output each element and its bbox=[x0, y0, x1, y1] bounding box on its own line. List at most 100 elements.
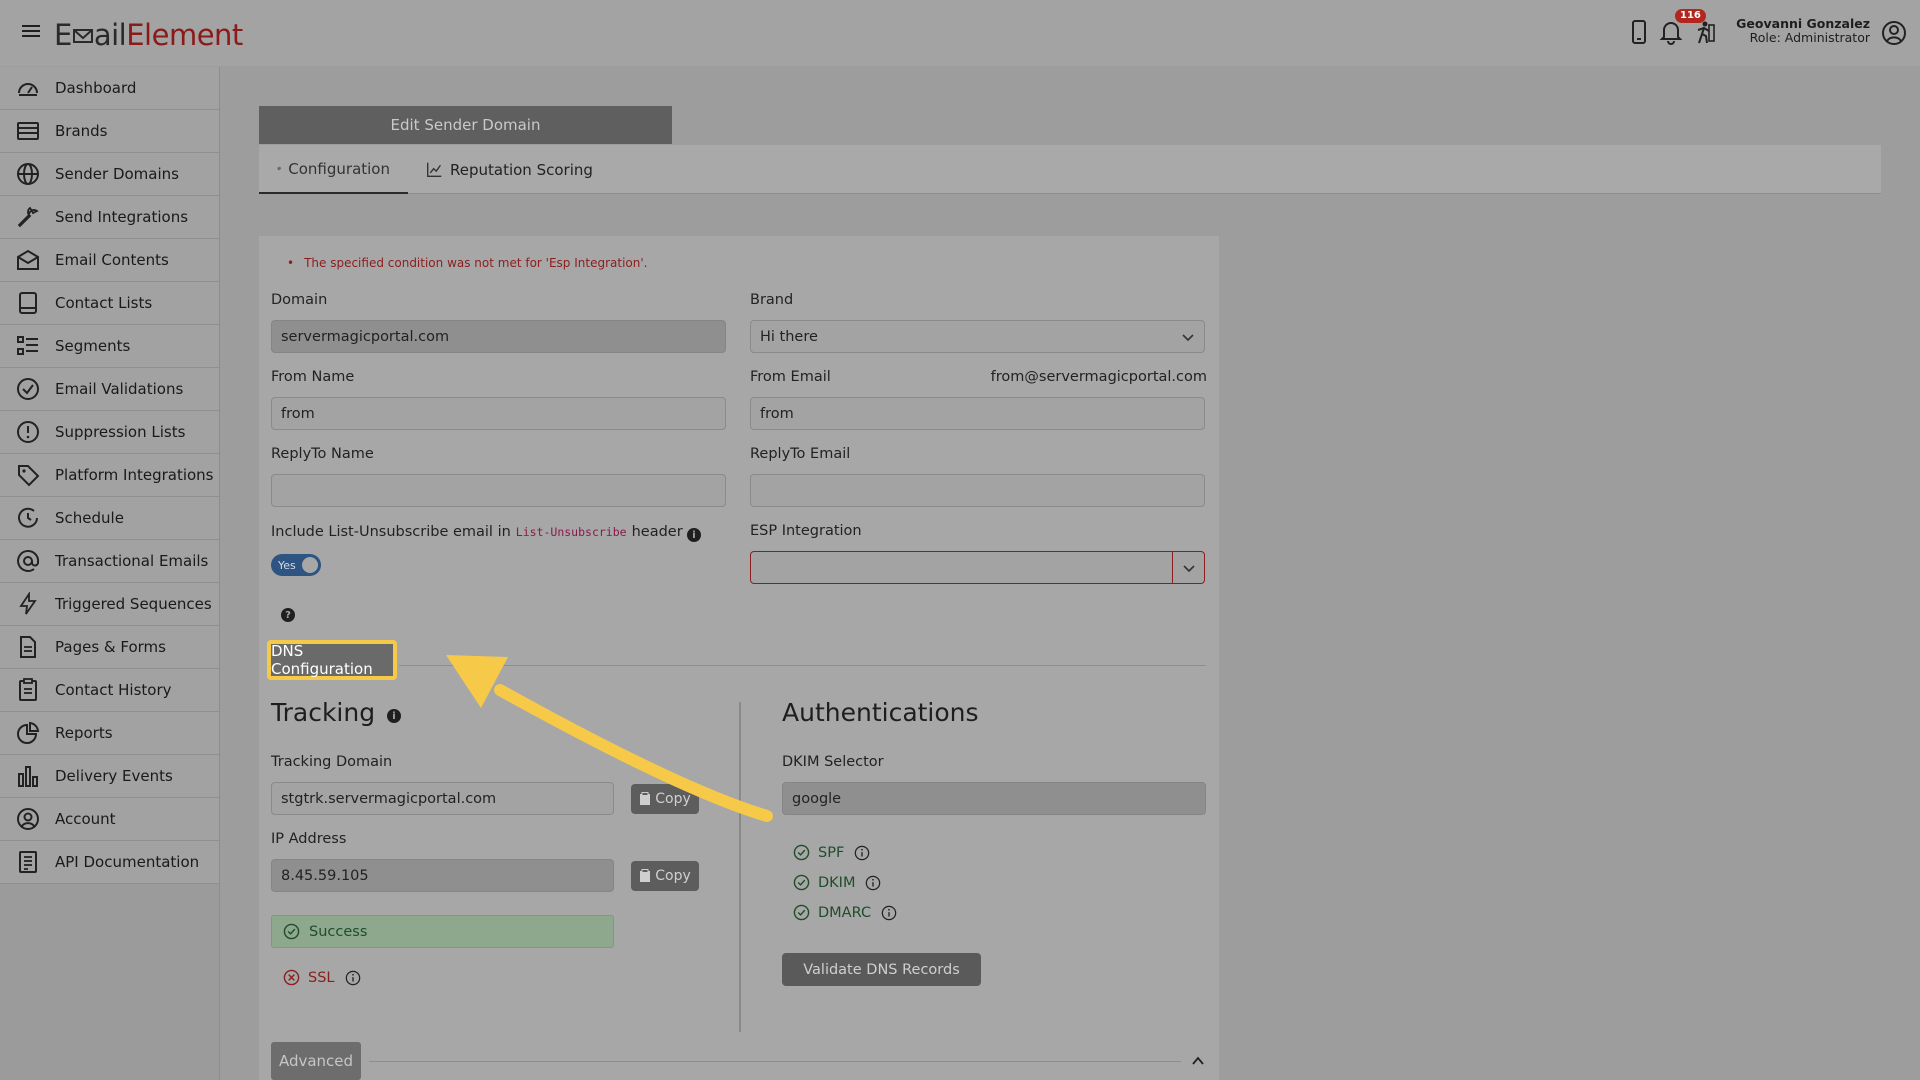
sidebar-item-suppression-lists[interactable]: Suppression Lists bbox=[0, 411, 219, 454]
sidebar-item-sender-domains[interactable]: Sender Domains bbox=[0, 153, 219, 196]
domain-label: Domain bbox=[271, 292, 328, 308]
replyto-email-label: ReplyTo Email bbox=[750, 446, 851, 462]
tracking-domain-label: Tracking Domain bbox=[271, 754, 393, 770]
envelope-icon bbox=[17, 249, 39, 270]
sidebar-item-contact-history[interactable]: Contact History bbox=[0, 669, 219, 712]
page-title: Edit Sender Domain bbox=[259, 106, 672, 144]
brand-label: Brand bbox=[750, 292, 794, 308]
configuration-panel: The specified condition was not met for … bbox=[259, 236, 1219, 1080]
sidebar-item-send-integrations[interactable]: Send Integrations bbox=[0, 196, 219, 239]
user-info[interactable]: Geovanni Gonzalez Role: Administrator bbox=[1736, 17, 1870, 45]
sidebar-item-segments[interactable]: Segments bbox=[0, 325, 219, 368]
esp-integration-select[interactable] bbox=[750, 551, 1205, 584]
dkim-selector-label: DKIM Selector bbox=[782, 754, 884, 770]
sidebar-item-schedule[interactable]: Schedule bbox=[0, 497, 219, 540]
from-name-field[interactable]: from bbox=[271, 397, 726, 430]
advanced-toggle-button[interactable]: Advanced bbox=[271, 1042, 361, 1080]
help-question-icon[interactable]: ? bbox=[281, 608, 295, 622]
info-circle-icon[interactable] bbox=[881, 905, 897, 921]
from-email-label: From Email bbox=[750, 369, 831, 385]
tag-icon bbox=[18, 465, 40, 487]
sidebar-item-brands[interactable]: Brands bbox=[0, 110, 219, 153]
toggle-knob bbox=[302, 557, 318, 573]
divider bbox=[369, 1061, 1181, 1062]
app-logo[interactable]: EailElement bbox=[54, 18, 243, 52]
lightning-icon bbox=[19, 592, 37, 615]
sidebar-item-transactional-emails[interactable]: Transactional Emails bbox=[0, 540, 219, 583]
chevron-down-icon bbox=[1182, 333, 1194, 341]
sidebar-item-dashboard[interactable]: Dashboard bbox=[0, 67, 219, 110]
validation-error: The specified condition was not met for … bbox=[271, 256, 647, 270]
dns-configuration-button[interactable]: DNS Configuration bbox=[267, 640, 397, 680]
x-circle-icon bbox=[283, 969, 300, 986]
divider bbox=[399, 665, 1206, 666]
document-icon bbox=[19, 851, 37, 873]
unsubscribe-toggle[interactable]: Yes bbox=[271, 554, 321, 576]
file-icon bbox=[20, 636, 36, 658]
segments-icon bbox=[17, 336, 38, 355]
bar-chart-icon bbox=[18, 766, 38, 787]
user-role: Role: Administrator bbox=[1749, 30, 1870, 45]
user-avatar-icon[interactable] bbox=[1881, 20, 1907, 46]
check-circle-icon bbox=[17, 378, 39, 400]
validate-dns-records-button[interactable]: Validate DNS Records bbox=[782, 953, 981, 986]
info-circle-icon[interactable] bbox=[345, 970, 361, 986]
check-circle-icon bbox=[793, 844, 810, 861]
unsubscribe-label: Include List-Unsubscribe email in List-U… bbox=[271, 524, 683, 540]
esp-dropdown-toggle[interactable] bbox=[1172, 552, 1204, 583]
at-icon bbox=[17, 550, 40, 572]
check-circle-icon bbox=[793, 904, 810, 921]
brand-select[interactable]: Hi there bbox=[750, 320, 1205, 353]
replyto-email-field[interactable] bbox=[750, 474, 1205, 507]
sidebar-item-delivery-events[interactable]: Delivery Events bbox=[0, 755, 219, 798]
mobile-phone-icon[interactable] bbox=[1626, 19, 1652, 45]
ip-address-label: IP Address bbox=[271, 831, 347, 847]
book-icon bbox=[19, 292, 37, 314]
from-email-hint: from@servermagicportal.com bbox=[990, 369, 1207, 385]
sidebar-item-triggered-sequences[interactable]: Triggered Sequences bbox=[0, 583, 219, 626]
globe-icon bbox=[17, 163, 39, 185]
dkim-selector-field[interactable]: google bbox=[782, 782, 1206, 815]
sidebar-item-pages-forms[interactable]: Pages & Forms bbox=[0, 626, 219, 669]
column-divider bbox=[739, 702, 741, 1032]
tab-bar: Configuration Reputation Scoring bbox=[259, 145, 1881, 194]
sidebar-item-platform-integrations[interactable]: Platform Integrations bbox=[0, 454, 219, 497]
sidebar-item-reports[interactable]: Reports bbox=[0, 712, 219, 755]
sidebar-item-email-validations[interactable]: Email Validations bbox=[0, 368, 219, 411]
logout-icon[interactable] bbox=[1690, 19, 1716, 45]
clipboard-copy-icon bbox=[640, 869, 651, 882]
logo-mail-glyph-icon bbox=[72, 29, 93, 43]
tracking-domain-field[interactable]: stgtrk.servermagicportal.com bbox=[271, 782, 614, 815]
tab-reputation-scoring[interactable]: Reputation Scoring bbox=[408, 145, 611, 194]
hamburger-menu-icon[interactable] bbox=[22, 22, 40, 42]
brands-icon bbox=[17, 122, 39, 140]
sidebar-item-email-contents[interactable]: Email Contents bbox=[0, 239, 219, 282]
replyto-name-label: ReplyTo Name bbox=[271, 446, 374, 462]
from-name-label: From Name bbox=[271, 369, 355, 385]
wrench-icon bbox=[17, 206, 39, 228]
gear-icon bbox=[277, 166, 281, 171]
check-circle-icon bbox=[283, 923, 300, 940]
sidebar-item-account[interactable]: Account bbox=[0, 798, 219, 841]
domain-field[interactable]: servermagicportal.com bbox=[271, 320, 726, 353]
tracking-title: Tracking bbox=[271, 698, 376, 727]
copy-ip-address-button[interactable]: Copy bbox=[631, 861, 699, 891]
top-bar: EailElement 116 Geovanni Gonzalez Role: … bbox=[0, 0, 1920, 66]
sidebar-item-contact-lists[interactable]: Contact Lists bbox=[0, 282, 219, 325]
ip-address-field[interactable]: 8.45.59.105 bbox=[271, 859, 614, 892]
tab-configuration[interactable]: Configuration bbox=[259, 145, 408, 194]
sidebar-item-api-documentation[interactable]: API Documentation bbox=[0, 841, 219, 884]
replyto-name-field[interactable] bbox=[271, 474, 726, 507]
from-email-field[interactable]: from bbox=[750, 397, 1205, 430]
copy-tracking-domain-button[interactable]: Copy bbox=[631, 784, 699, 814]
dkim-status: DKIM bbox=[793, 874, 881, 891]
tracking-info-icon[interactable]: i bbox=[387, 709, 401, 723]
line-chart-icon bbox=[427, 162, 442, 177]
ssl-status: SSL bbox=[283, 969, 361, 986]
unsubscribe-info-icon[interactable]: i bbox=[687, 528, 701, 542]
info-circle-icon[interactable] bbox=[865, 875, 881, 891]
info-circle-icon[interactable] bbox=[854, 845, 870, 861]
chevron-up-icon[interactable] bbox=[1191, 1054, 1205, 1068]
dmarc-status: DMARC bbox=[793, 904, 897, 921]
sidebar: Dashboard Brands Sender Domains Send Int… bbox=[0, 67, 220, 1080]
